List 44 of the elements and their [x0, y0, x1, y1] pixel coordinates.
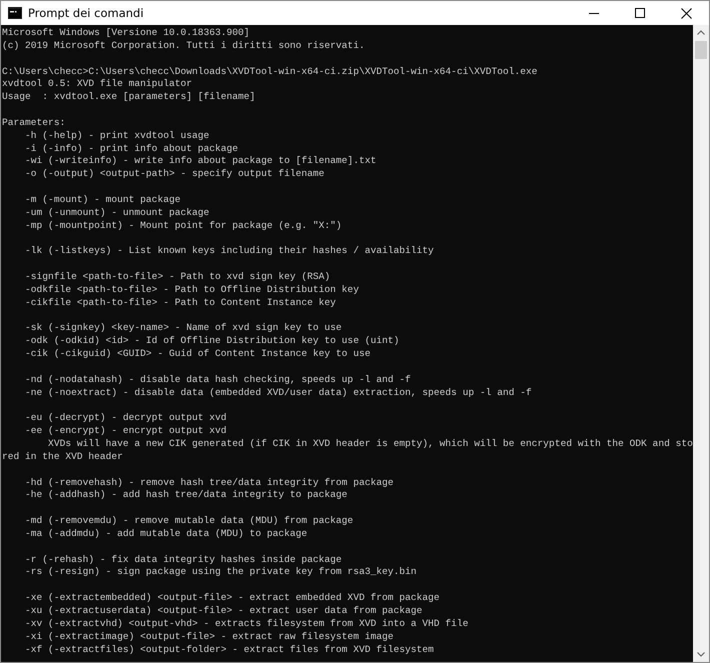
console-line: -ne (-noextract) - disable data (embedded XVD/user data) extraction, speeds up -l and -f — [24, 386, 532, 400]
console-line: -hd (-removehash) - remove hash tree/data integrity from package — [24, 476, 394, 490]
console-line: -signfile <path-to-file> - Path to xvd sign key (RSA) — [24, 271, 330, 284]
console-line: -cikfile <path-to-file> - Path to Content Instance key — [24, 296, 336, 310]
console-line: -cik (-cikguid) <GUID> - Guid of Content Instance key to use — [24, 348, 370, 361]
console-line: -xv (-extractvhd) <output-vhd> - extracts filesystem from XVD into a VHD file — [24, 618, 468, 631]
console-line: -nd (-nodatahash) - disable data hash checking, speeds up -l and -f — [24, 374, 411, 387]
console-line: -ma (-addmdu) - add mutable data (MDU) to package — [24, 528, 308, 541]
console-line: -xu (-extractuserdata) <output-file> - extract user data from package — [24, 604, 422, 618]
console-line: -xf (-extractfiles) <output-folder> - extract files from XVD filesystem — [24, 644, 434, 656]
console-line: (c) 2019 Microsoft Corporation. Tutti i diritti sono riservati. — [2, 40, 365, 53]
console-line: -ee (-encrypt) - encrypt output xvd — [24, 425, 227, 438]
console-line: Microsoft Windows [Versione 10.0.18363.900] — [2, 27, 250, 40]
console-line: -xi (-extractimage) <output-file> - extract raw filesystem image — [24, 630, 394, 644]
console-line: -odkfile <path-to-file> - Path to Offline Distribution key — [24, 284, 359, 297]
console-line: C:\Users\checc>C:\Users\checc\Downloads\XVDTool-win-x64-ci.zip\XVDTool-win-x64-ci\XVDTool.exe — [2, 66, 538, 78]
console-line: -wi (-writeinfo) - write info about package to [filename].txt — [24, 155, 376, 168]
console-line: -um (-unmount) - unmount package — [24, 206, 210, 220]
maximize-icon — [635, 8, 645, 18]
console-icon — [8, 7, 22, 19]
scroll-up-icon[interactable] — [697, 30, 705, 35]
window-title: Prompt dei comandi — [28, 6, 145, 20]
scroll-down-icon[interactable] — [697, 652, 705, 657]
close-icon — [680, 8, 692, 18]
console-line: red in the XVD header — [2, 450, 123, 464]
console-line: -md (-removemdu) - remove mutable data (MDU) from package — [24, 515, 354, 528]
console-line: -r (-rehash) - fix data integrity hashes inside package — [24, 554, 342, 566]
console-line: -rs (-resign) - sign package using the private key from rsa3_key.bin — [24, 566, 417, 580]
scrollbar-thumb[interactable] — [695, 41, 707, 59]
console-line: -sk (-signkey) <key-name> - Name of xvd sign key to use — [24, 322, 342, 336]
console-line: -he (-addhash) - add hash tree/data integrity to package — [24, 489, 348, 502]
console-line: -h (-help) - print xvdtool usage — [24, 130, 210, 143]
console-line: -xe (-extractembedded) <output-file> - extract embedded XVD from package — [24, 592, 440, 605]
console-line: -eu (-decrypt) - decrypt output xvd — [24, 412, 227, 426]
console-line: Usage : xvdtool.exe [parameters] [filename] — [2, 91, 256, 104]
console-line: -i (-info) - print info about package — [24, 142, 238, 156]
console-line: XVDs will have a new CIK generated (if CIK in XVD header is empty), which will be encrypted with the ODK and sto — [47, 438, 693, 451]
console-line: Parameters: — [2, 116, 66, 130]
console-line: -odk (-odkid) <id> - Id of Offline Distribution key to use (uint) — [24, 335, 400, 348]
console-line: -m (-mount) - mount package — [24, 194, 180, 207]
console-line: -lk (-listkeys) - List known keys including their hashes / availability — [24, 245, 434, 258]
console-line: -mp (-mountpoint) - Mount point for package (e.g. "X:") — [24, 220, 342, 232]
console-line: -o (-output) <output-path> - specify output filename — [24, 168, 324, 182]
console-line: xvdtool 0.5: XVD file manipulator — [2, 78, 192, 92]
